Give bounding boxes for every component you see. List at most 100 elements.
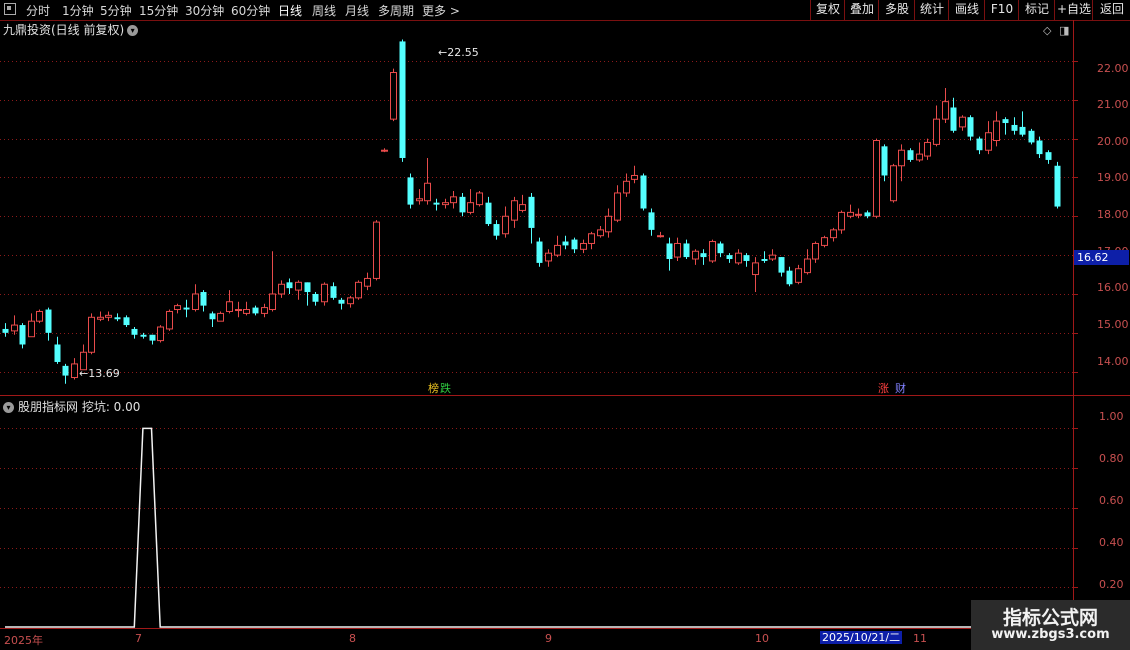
candle-body (985, 132, 992, 151)
watermark-url: www.zbgs3.com (991, 627, 1110, 642)
indicator-tick: 0.40 (1099, 536, 1124, 549)
candle-body (916, 153, 923, 161)
candle-body (355, 281, 362, 299)
price-tick: 21.00 (1097, 98, 1129, 111)
candle-body (623, 180, 630, 194)
candle-body (45, 309, 52, 333)
candle-body (666, 243, 673, 260)
candle-body (588, 233, 595, 244)
dropdown-icon[interactable]: ▾ (127, 25, 139, 36)
candle-body (778, 257, 785, 273)
kline-chart[interactable] (0, 0, 1130, 650)
date-tick: 7 (135, 632, 142, 645)
watermark: 指标公式网 www.zbgs3.com (971, 600, 1130, 650)
candle-body (614, 192, 621, 221)
indicator-tick: 0.20 (1099, 578, 1124, 591)
candle-body (338, 299, 345, 304)
candle-body (898, 149, 905, 167)
indicator-tick: 1.00 (1099, 410, 1124, 423)
candle-body (97, 316, 104, 320)
candle-body (571, 239, 578, 250)
candle-body (149, 334, 156, 341)
date-tick: 8 (349, 632, 356, 645)
candle-body (330, 286, 337, 298)
candle-body (347, 297, 354, 305)
event-tag-finance[interactable]: 财 (894, 382, 907, 395)
candle-body (304, 282, 311, 293)
diamond-icon[interactable]: ◇ (1043, 24, 1051, 37)
candle-body (735, 252, 742, 264)
candle-body (907, 150, 914, 160)
candle-body (243, 309, 250, 314)
candle-body (114, 317, 121, 320)
candle-body (536, 241, 543, 263)
candle-body (373, 221, 380, 279)
price-tick: 22.00 (1097, 62, 1129, 75)
candle-body (786, 270, 793, 285)
candle-body (485, 202, 492, 225)
candle-body (1011, 124, 1018, 131)
candle-body (890, 165, 897, 202)
candle-body (493, 224, 500, 236)
candle-body (855, 213, 862, 216)
low-price-label: ←13.69 (79, 367, 120, 380)
candle-body (640, 175, 647, 209)
event-tag-up[interactable]: 涨 (877, 382, 890, 395)
candle-body (105, 314, 112, 318)
candle-body (562, 241, 569, 246)
selected-date: 2025/10/21/二 (820, 631, 903, 644)
chart-window-controls: ◇ ◨ (1043, 24, 1069, 37)
event-tag-down[interactable]: 跌 (439, 382, 452, 395)
candle-body (123, 317, 130, 326)
candle-body (36, 310, 43, 322)
candle-body (269, 293, 276, 311)
price-tick: 14.00 (1097, 355, 1129, 368)
candle-body (71, 363, 78, 379)
candle-body (864, 212, 871, 217)
candle-body (183, 307, 190, 310)
candle-body (140, 334, 147, 337)
candle-body (442, 202, 449, 206)
candle-body (631, 174, 638, 180)
price-tick: 20.00 (1097, 135, 1129, 148)
candle-body (933, 118, 940, 145)
candle-body (321, 283, 328, 303)
candle-body (28, 320, 35, 338)
price-tick: 18.00 (1097, 208, 1129, 221)
candle-body (605, 215, 612, 233)
candle-body (804, 258, 811, 274)
indicator-title[interactable]: ▾ 股朋指标网 挖坑: 0.00 (3, 398, 140, 415)
candle-body (752, 262, 759, 276)
dropdown-icon[interactable]: ▾ (3, 402, 14, 413)
candle-body (648, 212, 655, 230)
candle-body (226, 301, 233, 312)
candle-body (1054, 165, 1061, 207)
candle-body (252, 307, 259, 314)
candle-body (692, 250, 699, 260)
candle-body (235, 309, 242, 312)
date-tick: 11 (913, 632, 927, 645)
candle-body (821, 237, 828, 246)
candle-body (407, 177, 414, 205)
stock-title[interactable]: 九鼎投资(日线 前复权) ▾ (3, 21, 139, 38)
candle-body (528, 196, 535, 228)
candle-body (580, 242, 587, 250)
candle-body (209, 313, 216, 320)
window-split-icon[interactable]: ◨ (1059, 24, 1069, 37)
candle-body (554, 244, 561, 256)
indicator-tick: 0.60 (1099, 494, 1124, 507)
date-tick: 10 (755, 632, 769, 645)
candle-body (174, 305, 181, 311)
candle-body (54, 344, 61, 362)
candle-body (700, 253, 707, 258)
candle-body (1045, 152, 1052, 160)
candle-body (709, 241, 716, 262)
candle-body (519, 204, 526, 211)
candle-body (847, 211, 854, 217)
candle-body (1019, 126, 1026, 135)
candle-body (19, 325, 26, 345)
candle-body (399, 41, 406, 158)
candle-body (993, 120, 1000, 142)
indicator-tick: 0.80 (1099, 452, 1124, 465)
candlestick-series (2, 39, 1061, 384)
